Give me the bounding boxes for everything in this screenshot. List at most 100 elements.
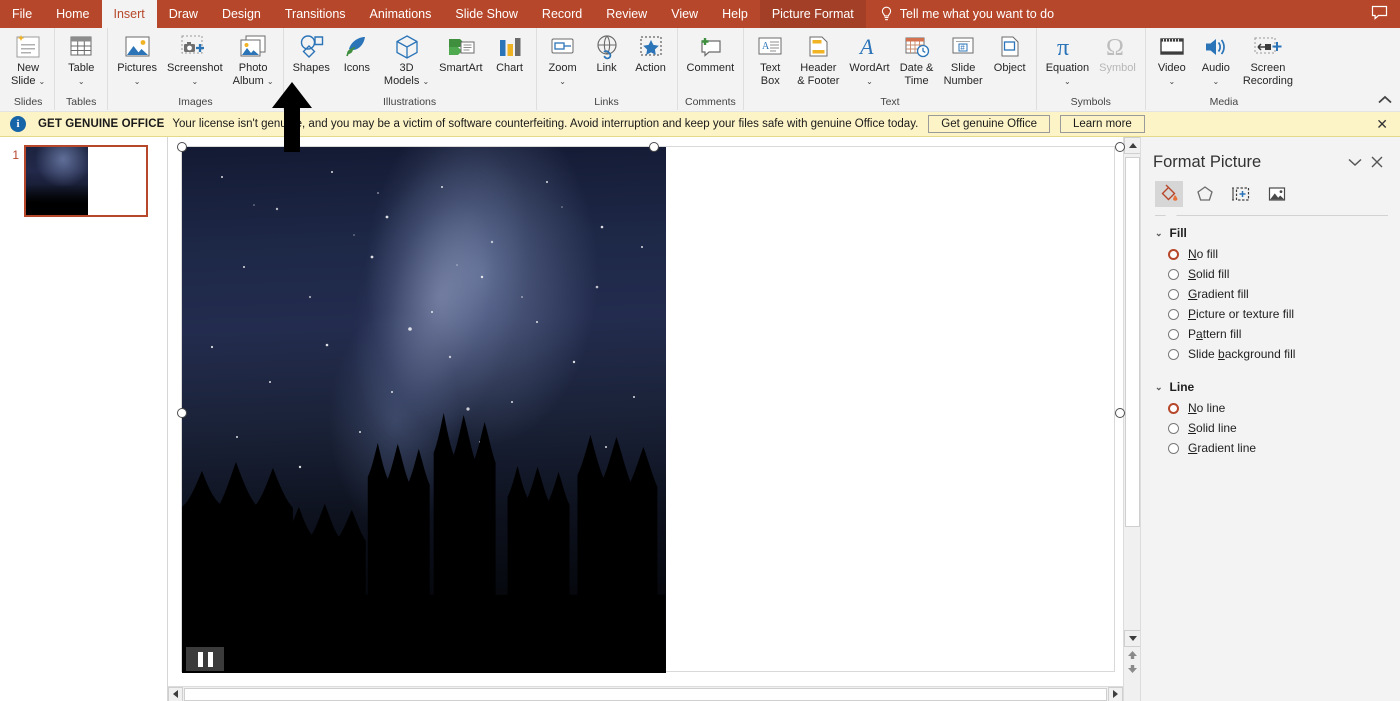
text-box-label: Text Box (760, 62, 781, 87)
tab-animations[interactable]: Animations (358, 0, 444, 28)
close-icon[interactable]: ✕ (1376, 117, 1388, 131)
scroll-up-button[interactable] (1124, 137, 1140, 154)
equation-icon: π (1052, 32, 1082, 62)
action-button[interactable]: Action (629, 30, 673, 75)
radio-no-line[interactable]: No line (1141, 398, 1400, 418)
tab-insert[interactable]: Insert (101, 0, 157, 28)
selection-handle-top-right[interactable] (1115, 142, 1125, 152)
audio-button[interactable]: Audio ⌄ (1194, 30, 1238, 88)
selection-handle-middle-left[interactable] (177, 408, 187, 418)
get-genuine-office-button[interactable]: Get genuine Office (928, 115, 1050, 133)
pause-bar-left (197, 651, 203, 667)
canvas-horizontal-scrollbar[interactable] (168, 686, 1123, 701)
scroll-left-button[interactable] (168, 686, 183, 701)
tab-transitions[interactable]: Transitions (273, 0, 358, 28)
table-label: Table ⌄ (68, 62, 95, 86)
smartart-button[interactable]: SmartArt (434, 30, 487, 75)
selection-handle-top-center[interactable] (649, 142, 659, 152)
tab-slide-show[interactable]: Slide Show (443, 0, 530, 28)
tab-review[interactable]: Review (594, 0, 659, 28)
header-footer-button[interactable]: Header & Footer (792, 30, 844, 87)
tab-record[interactable]: Record (530, 0, 594, 28)
next-slide-button[interactable] (1127, 664, 1138, 674)
shapes-button[interactable]: Shapes (288, 30, 335, 75)
tab-design[interactable]: Design (210, 0, 273, 28)
date-time-button[interactable]: Date & Time (895, 30, 939, 87)
symbol-button[interactable]: Ω Symbol (1094, 30, 1141, 75)
new-slide-button[interactable]: New Slide ⌄ (6, 30, 50, 88)
tab-review-label: Review (606, 7, 648, 21)
comment-button[interactable]: Comment (682, 30, 740, 75)
learn-more-button[interactable]: Learn more (1059, 115, 1145, 133)
line-section-header[interactable]: ⌄ Line (1141, 364, 1400, 398)
selection-handle-middle-right[interactable] (1115, 408, 1125, 418)
object-button[interactable]: Object (988, 30, 1032, 75)
previous-slide-button[interactable] (1127, 650, 1138, 660)
photo-album-button[interactable]: Photo Album ⌄ (228, 30, 279, 88)
radio-slide-background-fill[interactable]: Slide background fill (1141, 344, 1400, 364)
link-button[interactable]: Link (585, 30, 629, 75)
selection-handle-top-left[interactable] (177, 142, 187, 152)
screen-recording-button[interactable]: Screen Recording (1238, 30, 1298, 87)
tab-picture-format[interactable]: Picture Format (759, 0, 866, 28)
size-properties-tab[interactable] (1227, 181, 1255, 207)
radio-no-fill[interactable]: No fill (1141, 244, 1400, 264)
chevron-down-icon: ⌄ (866, 76, 873, 86)
wordart-button[interactable]: A WordArt ⌄ (844, 30, 894, 88)
pane-close-icon[interactable] (1366, 151, 1388, 173)
radio-indicator (1168, 268, 1179, 280)
radio-no-fill-label: No fill (1188, 247, 1219, 261)
video-icon (1157, 32, 1187, 62)
pictures-button[interactable]: Pictures ⌄ (112, 30, 162, 88)
text-box-button[interactable]: A Text Box (748, 30, 792, 87)
thumbnail-picture (26, 147, 89, 215)
slide-surface[interactable] (177, 142, 1125, 673)
radio-gradient-line[interactable]: Gradient line (1141, 438, 1400, 458)
horizontal-scroll-thumb[interactable] (184, 687, 1107, 701)
radio-pattern-fill[interactable]: Pattern fill (1141, 324, 1400, 344)
tab-file[interactable]: File (0, 0, 44, 28)
video-button[interactable]: Video ⌄ (1150, 30, 1194, 88)
chart-button[interactable]: Chart (488, 30, 532, 75)
fill-section-header[interactable]: ⌄ Fill (1141, 216, 1400, 244)
collapse-ribbon-button[interactable] (1378, 95, 1392, 107)
tab-help[interactable]: Help (710, 0, 760, 28)
tab-draw[interactable]: Draw (157, 0, 210, 28)
slide-thumbnail-1[interactable] (24, 145, 148, 217)
picture-tab[interactable] (1263, 181, 1291, 207)
table-button[interactable]: Table ⌄ (59, 30, 103, 88)
radio-solid-fill-label: Solid fill (1188, 267, 1230, 281)
canvas-vertical-scrollbar[interactable] (1123, 137, 1140, 701)
scroll-right-button[interactable] (1108, 686, 1123, 701)
screen-recording-icon (1251, 32, 1285, 62)
fill-line-tab[interactable] (1155, 181, 1183, 207)
radio-solid-line[interactable]: Solid line (1141, 418, 1400, 438)
ribbon: New Slide ⌄ Slides Table ⌄ Tables Pictur… (0, 28, 1400, 112)
symbol-icon: Ω (1102, 32, 1132, 62)
icons-label: Icons (343, 62, 371, 74)
icons-button[interactable]: Icons (335, 30, 379, 75)
pane-header: Format Picture (1141, 137, 1400, 173)
3d-models-button[interactable]: 3D Models ⌄ (379, 30, 434, 88)
radio-solid-fill[interactable]: Solid fill (1141, 264, 1400, 284)
comment-icon[interactable] (1371, 5, 1388, 23)
radio-picture-or-texture-fill[interactable]: Picture or texture fill (1141, 304, 1400, 324)
pause-overlay-badge[interactable] (186, 647, 224, 671)
picture-object[interactable] (182, 147, 666, 673)
pane-options-chevron-down-icon[interactable] (1344, 151, 1366, 173)
pane-title: Format Picture (1153, 152, 1262, 171)
tell-me-search[interactable]: Tell me what you want to do (866, 0, 1064, 28)
scroll-down-button[interactable] (1124, 630, 1140, 647)
tab-view[interactable]: View (659, 0, 710, 28)
zoom-button[interactable]: Zoom ⌄ (541, 30, 585, 88)
radio-pattern-fill-label: Pattern fill (1188, 327, 1242, 341)
slide-number-button[interactable]: # Slide Number (939, 30, 988, 87)
effects-tab[interactable] (1191, 181, 1219, 207)
radio-gradient-fill[interactable]: Gradient fill (1141, 284, 1400, 304)
equation-button[interactable]: π Equation ⌄ (1041, 30, 1094, 88)
vertical-scroll-thumb[interactable] (1125, 157, 1140, 527)
tab-home[interactable]: Home (44, 0, 101, 28)
screenshot-button[interactable]: Screenshot ⌄ (162, 30, 228, 88)
text-box-icon: A (755, 32, 785, 62)
group-label-images: Images (178, 96, 213, 108)
